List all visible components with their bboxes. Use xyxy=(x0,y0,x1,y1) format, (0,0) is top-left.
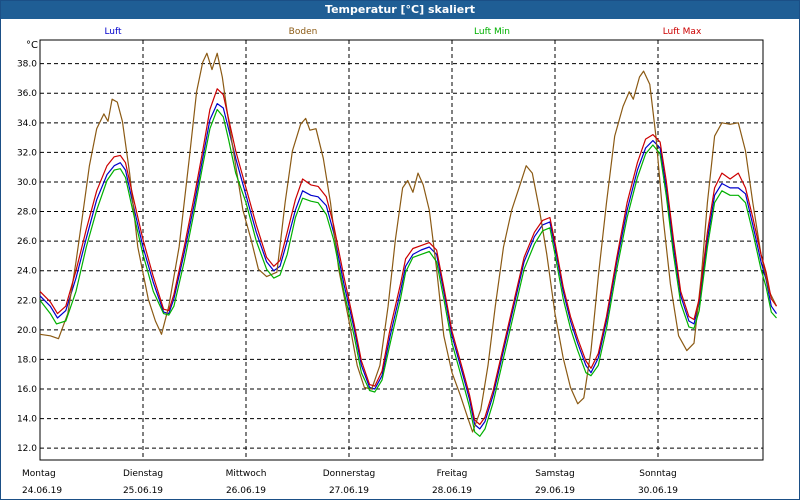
x-tick-day: Freitag xyxy=(437,469,468,479)
y-axis-label: °C xyxy=(26,40,38,51)
y-tick-label: 30.0 xyxy=(17,178,37,188)
y-tick-label: 18.0 xyxy=(17,355,37,365)
y-tick-label: 36.0 xyxy=(17,89,37,99)
x-tick-date: 26.06.19 xyxy=(226,486,266,496)
legend-luft-min: Luft Min xyxy=(474,27,510,37)
legend-luft: Luft xyxy=(104,27,122,37)
x-tick-date: 27.06.19 xyxy=(329,486,369,496)
plot-area xyxy=(39,39,764,461)
y-tick-label: 32.0 xyxy=(17,148,37,158)
legend-boden: Boden xyxy=(289,27,318,37)
y-tick-label: 38.0 xyxy=(17,60,37,70)
y-tick-label: 24.0 xyxy=(17,267,37,277)
legend-luft-max: Luft Max xyxy=(663,27,702,37)
x-tick-date: 25.06.19 xyxy=(123,486,163,496)
x-tick-day: Sonntag xyxy=(639,469,676,479)
y-tick-label: 22.0 xyxy=(17,296,37,306)
y-tick-label: 34.0 xyxy=(17,119,37,129)
temperature-chart: 12.0 14.0 16.0 18.0 20.0 22.0 24.0 26.0 28.0 30.0… xyxy=(17,27,778,496)
x-tick-date: 30.06.19 xyxy=(638,486,678,496)
x-tick-date: 29.06.19 xyxy=(535,486,575,496)
x-tick-day: Montag xyxy=(22,469,56,479)
y-tick-label: 16.0 xyxy=(17,385,37,395)
y-tick-label: 28.0 xyxy=(17,208,37,218)
x-tick-date: 24.06.19 xyxy=(22,486,62,496)
y-tick-label: 26.0 xyxy=(17,237,37,247)
x-tick-day: Dienstag xyxy=(123,469,163,479)
x-tick-day: Donnerstag xyxy=(323,469,376,479)
x-tick-date: 28.06.19 xyxy=(432,486,472,496)
y-tick-label: 20.0 xyxy=(17,326,37,336)
x-tick-day: Samstag xyxy=(535,469,574,479)
y-tick-label: 12.0 xyxy=(17,444,37,454)
y-tick-label: 14.0 xyxy=(17,415,37,425)
x-tick-day: Mittwoch xyxy=(226,469,267,479)
